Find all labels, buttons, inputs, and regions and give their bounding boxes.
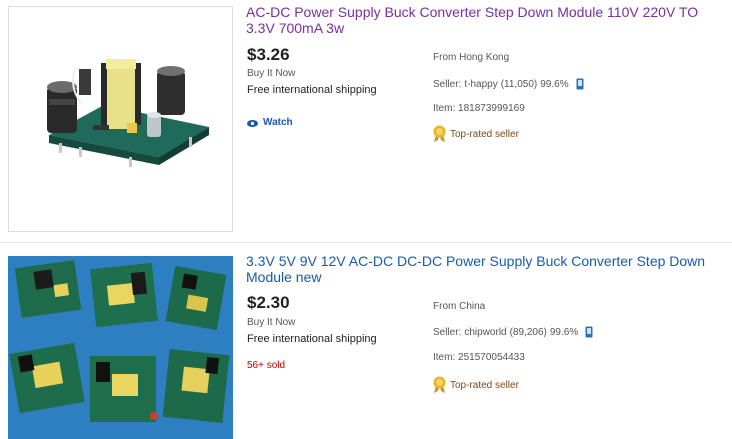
sold-count: 56+ sold [247, 360, 286, 371]
medal-icon [432, 376, 447, 394]
eye-icon [247, 119, 258, 127]
item-number: Item: 251570054433 [433, 352, 525, 363]
listing-shipping: Free international shipping [247, 84, 377, 96]
listing-title-link[interactable]: 3.3V 5V 9V 12V AC-DC DC-DC Power Supply … [246, 253, 721, 285]
phone-icon [576, 78, 584, 90]
seller-name[interactable]: t-happy [464, 79, 497, 90]
listing-format: Buy It Now [247, 317, 296, 328]
seller-feedback: (11,050) [500, 78, 538, 90]
item-label: Item: [433, 103, 456, 114]
watch-label: Watch [263, 117, 293, 128]
listing-price: $3.26 [247, 45, 290, 64]
seller-info: Seller: t-happy (11,050) 99.6% [433, 78, 584, 90]
watch-button[interactable]: Watch [247, 117, 293, 128]
item-number: Item: 181873999169 [433, 103, 525, 114]
item-number-value: 181873999169 [458, 103, 525, 114]
item-location: From Hong Kong [433, 52, 510, 63]
search-result-listing: AC-DC Power Supply Buck Converter Step D… [0, 0, 732, 240]
listing-title-link[interactable]: AC-DC Power Supply Buck Converter Step D… [246, 4, 721, 36]
seller-label: Seller: [433, 78, 462, 90]
item-location: From China [433, 301, 486, 312]
seller-rating: 99.6% [540, 78, 569, 90]
seller-rating: 99.6% [549, 326, 579, 338]
search-result-listing: 3.3V 5V 9V 12V AC-DC DC-DC Power Supply … [0, 242, 732, 439]
medal-icon [432, 125, 447, 143]
listing-shipping: Free international shipping [247, 333, 377, 345]
converter-modules-image [8, 256, 233, 439]
item-label: Item: [433, 352, 456, 363]
item-number-value: 251570054433 [458, 352, 525, 363]
top-rated-badge: Top-rated seller [432, 376, 519, 394]
top-rated-badge: Top-rated seller [432, 125, 519, 143]
top-rated-label: Top-rated seller [450, 128, 519, 140]
seller-info: Seller: chipworld (89,206) 99.6% [433, 326, 593, 338]
seller-label: Seller: [433, 326, 462, 338]
top-rated-label: Top-rated seller [450, 379, 519, 391]
seller-name[interactable]: chipworld [464, 327, 506, 338]
listing-thumbnail[interactable] [8, 6, 233, 232]
listing-thumbnail[interactable] [8, 256, 233, 439]
listing-price: $2.30 [247, 293, 290, 312]
listing-format: Buy It Now [247, 68, 296, 79]
phone-icon [585, 326, 593, 338]
buck-converter-module-image [9, 7, 232, 231]
seller-feedback: (89,206) [509, 326, 547, 338]
